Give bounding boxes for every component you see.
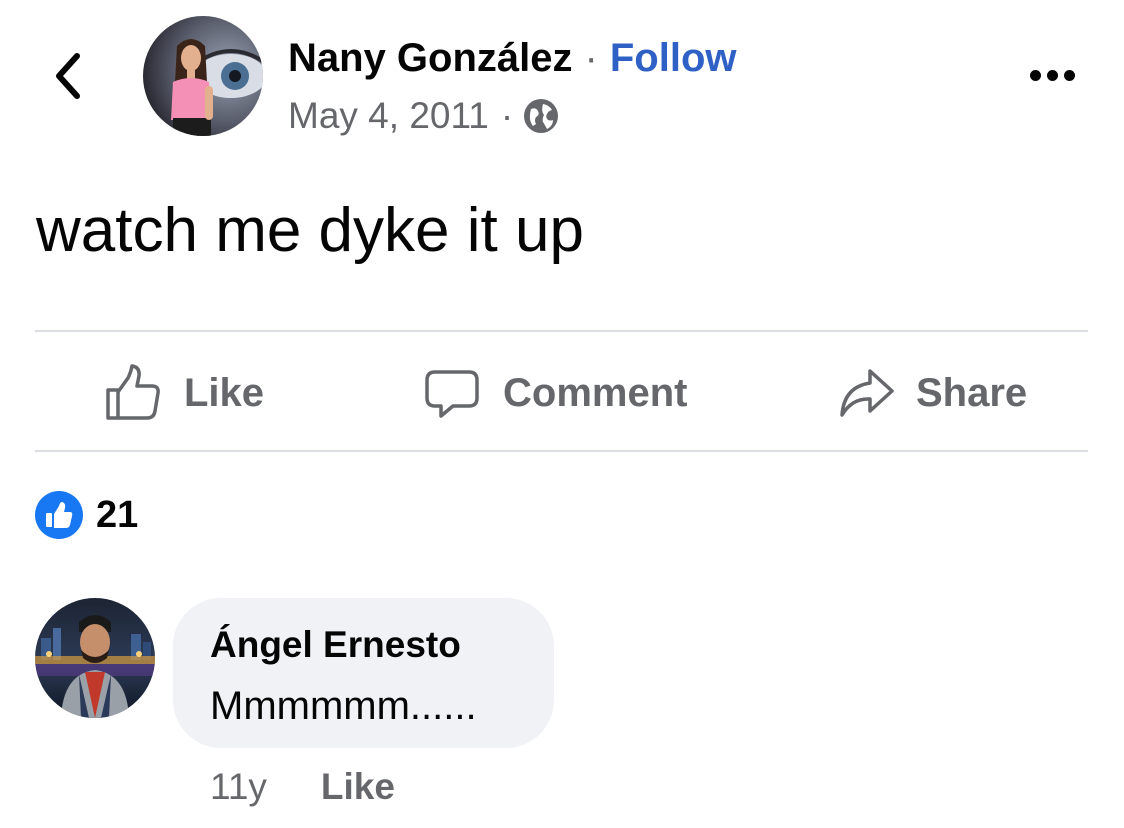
comment-meta: 11y Like (210, 764, 395, 810)
thumbs-up-icon (35, 491, 83, 539)
reactions-summary[interactable]: 21 (35, 491, 138, 539)
post-header: Nany González · Follow May 4, 2011 · (288, 34, 736, 138)
author-avatar[interactable] (143, 16, 263, 136)
name-separator: · (584, 36, 598, 80)
more-dot-icon (1046, 69, 1058, 81)
author-name[interactable]: Nany González (288, 34, 573, 82)
share-label: Share (916, 370, 1028, 415)
comment-like-button[interactable]: Like (321, 764, 395, 810)
commenter-avatar[interactable] (35, 598, 155, 718)
post-text: watch me dyke it up (36, 196, 584, 265)
back-button[interactable] (48, 50, 88, 102)
divider (35, 450, 1088, 452)
post-date[interactable]: May 4, 2011 (288, 94, 489, 138)
like-label: Like (184, 370, 265, 415)
share-button[interactable]: Share (838, 360, 1027, 426)
more-dot-icon (1029, 69, 1041, 81)
comment-bubble-icon (425, 370, 479, 418)
comment-author[interactable]: Ángel Ernesto (210, 622, 554, 668)
post-page: Nany González · Follow May 4, 2011 · wat… (0, 0, 1124, 828)
comment-bubble[interactable]: Ángel Ernesto Mmmmmm...... (173, 598, 554, 748)
comment-age[interactable]: 11y (210, 764, 267, 810)
meta-separator: · (500, 95, 514, 136)
share-arrow-icon (840, 369, 894, 417)
post-meta: May 4, 2011 · (288, 94, 736, 138)
author-row: Nany González · Follow (288, 34, 736, 82)
more-dot-icon (1063, 69, 1075, 81)
chevron-left-icon (56, 53, 80, 99)
more-options-button[interactable] (1024, 60, 1080, 90)
thumbs-up-outline-icon (106, 364, 160, 420)
reaction-count: 21 (96, 493, 139, 536)
author-avatar-image (143, 16, 263, 136)
divider (35, 330, 1088, 332)
globe-icon (523, 98, 559, 134)
comment-label: Comment (503, 370, 688, 415)
follow-button[interactable]: Follow (610, 34, 737, 82)
comment-text: Mmmmmm...... (210, 684, 477, 728)
commenter-avatar-image (35, 598, 155, 718)
comment-button[interactable]: Comment (423, 360, 687, 426)
like-button[interactable]: Like (104, 360, 264, 426)
